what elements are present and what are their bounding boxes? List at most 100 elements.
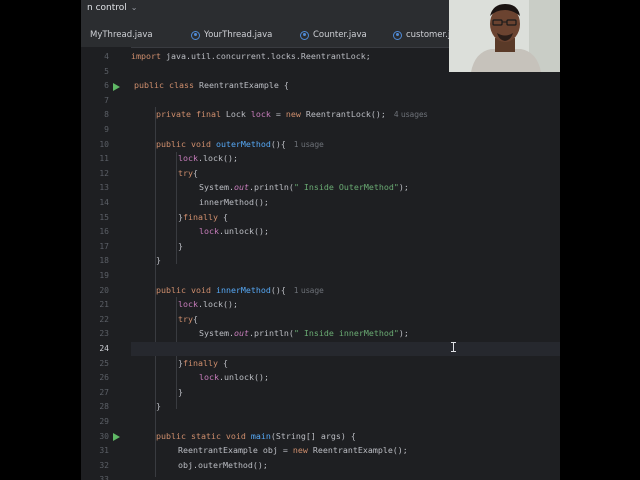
line-number: 9: [104, 125, 109, 134]
right-black-strip: [560, 0, 640, 480]
tab-label: customer.j: [406, 30, 451, 40]
code-line-18: }: [156, 255, 560, 270]
tab-label: MyThread.java: [90, 30, 153, 40]
line-number: 6: [104, 81, 109, 91]
line-number: 15: [99, 212, 109, 222]
webcam-overlay: [449, 0, 560, 72]
tab-yourthread[interactable]: YourThread.java: [191, 27, 272, 43]
code-token: import: [131, 51, 161, 61]
code-token: ReentrantExample {: [193, 80, 289, 91]
java-class-icon: [300, 30, 309, 40]
mouse-ibeam-cursor: [451, 342, 457, 352]
line-number: 14: [99, 198, 109, 207]
code-line-20: public void innerMethod(){1 usage: [156, 285, 560, 300]
code-token: innerMethod: [215, 284, 271, 295]
code-line-25: }finally {: [178, 358, 560, 373]
line-number: 23: [99, 329, 109, 339]
line-number: 22: [99, 314, 109, 324]
usages-hint[interactable]: 1 usage: [294, 286, 324, 295]
line-number: 18: [99, 256, 109, 266]
code-token: .unlock();: [218, 372, 269, 383]
code-token: }: [156, 401, 161, 412]
code-line-13: System.out.println(" Inside OuterMethod"…: [199, 182, 560, 197]
code-line-26: lock.unlock();: [199, 372, 560, 387]
line-number: 26: [99, 373, 109, 383]
code-token: {: [193, 167, 198, 178]
code-token: out: [233, 328, 249, 339]
code-token: }: [156, 255, 161, 266]
usages-hint[interactable]: 1 usage: [294, 140, 324, 149]
chevron-down-icon: ⌄: [130, 3, 138, 12]
code-editor[interactable]: import java.util.concurrent.locks.Reentr…: [131, 47, 560, 480]
run-gutter-icon[interactable]: [113, 432, 120, 441]
code-token: (String[] args) {: [270, 430, 356, 441]
code-line-32: obj.outerMethod();: [178, 460, 560, 475]
code-token: main: [250, 430, 271, 441]
line-number: 17: [99, 241, 109, 251]
line-number: 4: [104, 52, 109, 61]
run-gutter-icon[interactable]: [113, 82, 120, 91]
code-token: (){: [270, 138, 286, 149]
code-token: lock: [178, 299, 198, 310]
code-token: new: [285, 109, 301, 120]
line-number: 8: [104, 110, 109, 120]
line-number-gutter[interactable]: 4 5 6 7 8 9 10 11 12 13 14 15 16 17 18 1…: [81, 47, 131, 480]
code-token: innerMethod();: [199, 197, 269, 207]
tab-customer[interactable]: customer.j: [393, 27, 450, 43]
usages-hint[interactable]: 4 usages: [394, 110, 428, 119]
code-token: " Inside innerMethod": [293, 328, 399, 339]
line-number: 7: [104, 95, 109, 105]
line-number: 28: [99, 402, 109, 412]
code-line-21: lock.lock();: [178, 299, 560, 314]
code-token: System.: [199, 182, 234, 193]
code-line-22: try{: [178, 314, 560, 329]
code-token: try: [178, 313, 193, 324]
code-token: {: [217, 211, 228, 222]
code-token: out: [233, 182, 249, 193]
code-line-16: lock.unlock();: [199, 226, 560, 241]
code-token: );: [398, 328, 409, 339]
java-class-icon: [393, 30, 402, 40]
code-line-8: private final Lock lock = new ReentrantL…: [156, 109, 560, 124]
line-number: 21: [99, 300, 109, 310]
line-number: 12: [99, 168, 109, 178]
code-token: try: [178, 167, 193, 178]
code-token: finally: [183, 357, 218, 368]
tab-counter[interactable]: Counter.java: [300, 27, 367, 43]
code-line-17: }: [178, 241, 560, 256]
code-line-30: public static void main(String[] args) {: [156, 431, 560, 446]
line-number: 19: [99, 271, 109, 280]
code-token: (){: [270, 284, 286, 295]
code-token: lock: [178, 153, 198, 164]
code-token: new: [292, 445, 308, 456]
code-token: Lock: [220, 109, 251, 120]
code-token: System.: [199, 328, 234, 339]
line-number: 30: [99, 431, 109, 441]
line-number: 5: [104, 66, 109, 76]
code-token: .println(: [248, 328, 294, 339]
line-number: 11: [99, 154, 109, 164]
code-token: public void: [156, 138, 211, 149]
code-token: finally: [183, 211, 218, 222]
left-black-strip: [0, 0, 81, 480]
code-token: .println(: [248, 182, 294, 193]
line-number: 20: [99, 285, 109, 295]
line-number: 33: [99, 475, 109, 480]
line-number: 32: [99, 460, 109, 470]
code-token: private final: [156, 109, 221, 120]
java-class-icon: [191, 30, 200, 40]
tab-mythread[interactable]: MyThread.java: [90, 27, 153, 43]
code-line-27: }: [178, 387, 560, 402]
code-token: ReentrantExample obj =: [178, 445, 293, 456]
code-token: ReentrantExample();: [307, 445, 408, 456]
line-number: 13: [99, 183, 109, 193]
code-line-10: public void outerMethod(){1 usage: [156, 139, 560, 154]
code-token: =: [270, 109, 286, 120]
code-token: {: [217, 357, 228, 368]
webcam-person-icon: [449, 0, 560, 72]
code-token: public static void: [156, 430, 246, 441]
code-line-6: public class ReentrantExample {: [134, 80, 560, 95]
code-token: lock: [199, 226, 219, 237]
project-widget[interactable]: n control ⌄: [87, 3, 137, 13]
code-line-12: try{: [178, 168, 560, 183]
